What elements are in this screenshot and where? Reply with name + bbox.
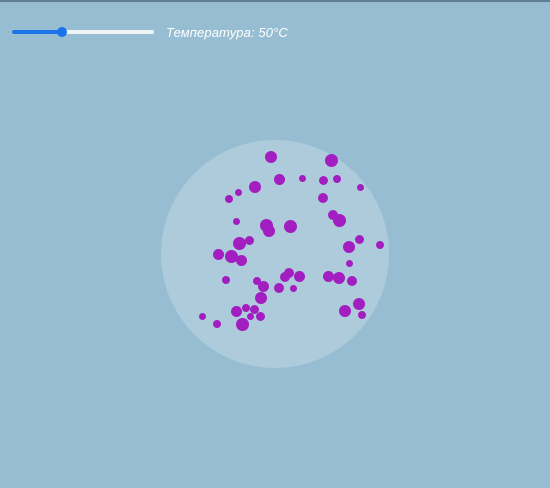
molecule	[322, 270, 334, 282]
molecule	[274, 283, 284, 293]
molecule	[280, 272, 290, 282]
molecule	[324, 153, 338, 167]
molecule	[345, 259, 353, 267]
molecule	[255, 292, 267, 304]
molecule	[293, 270, 305, 282]
molecule	[265, 151, 277, 163]
container-dish	[161, 140, 389, 368]
molecule	[263, 225, 275, 237]
molecule	[255, 311, 265, 321]
molecule	[235, 254, 247, 266]
molecule	[289, 284, 297, 292]
molecule	[376, 241, 384, 249]
molecule	[354, 234, 364, 244]
molecule	[298, 174, 306, 182]
molecule	[358, 311, 366, 319]
molecule	[198, 312, 206, 320]
molecule	[318, 193, 328, 203]
molecule	[273, 173, 285, 185]
molecule	[257, 280, 269, 292]
molecule	[246, 312, 254, 320]
molecule	[353, 298, 365, 310]
molecule	[235, 317, 249, 331]
molecule	[318, 175, 328, 185]
molecule	[249, 181, 261, 193]
molecule	[222, 276, 230, 284]
molecule	[225, 195, 233, 203]
simulation-stage	[0, 0, 550, 488]
molecule	[232, 217, 240, 225]
molecule	[234, 188, 242, 196]
molecule	[212, 248, 224, 260]
molecule	[283, 219, 297, 233]
molecule	[339, 305, 351, 317]
molecule	[343, 241, 355, 253]
molecule	[347, 276, 357, 286]
molecule	[232, 236, 246, 250]
molecule	[332, 213, 346, 227]
molecule	[213, 320, 221, 328]
molecule	[242, 304, 250, 312]
molecule	[230, 305, 242, 317]
molecule	[333, 272, 345, 284]
molecule	[244, 235, 254, 245]
molecule	[356, 183, 364, 191]
molecule	[333, 175, 341, 183]
